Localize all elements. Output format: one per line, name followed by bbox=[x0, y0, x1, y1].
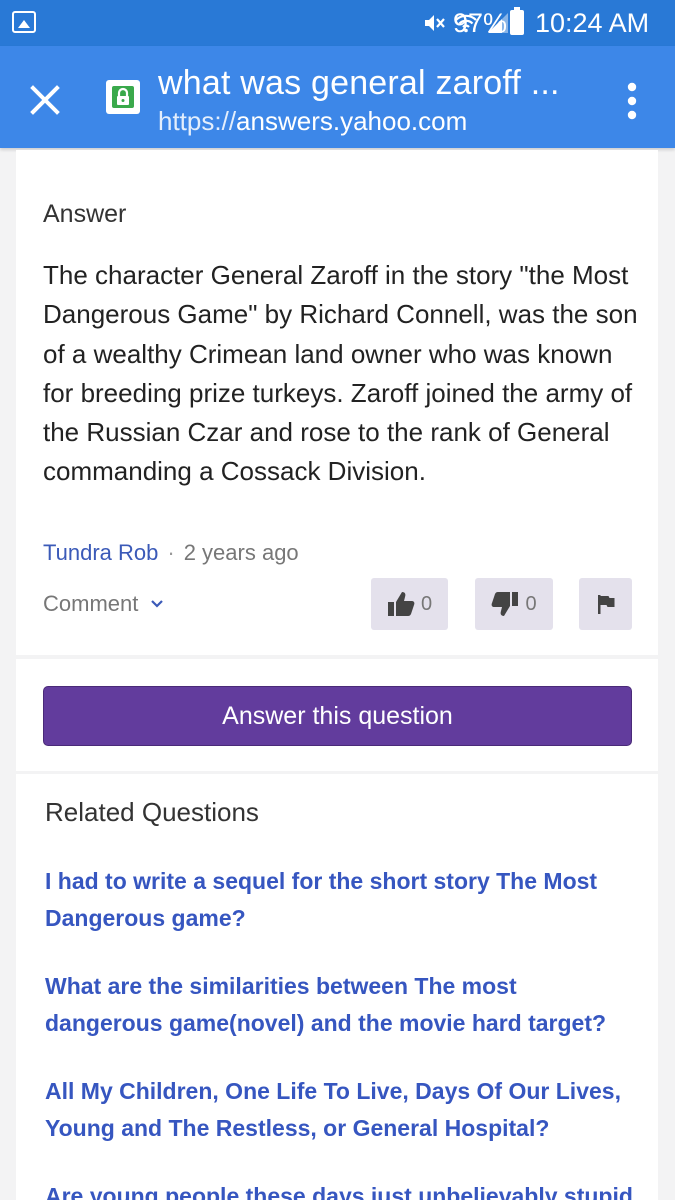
related-list: I had to write a sequel for the short st… bbox=[45, 863, 635, 1200]
answer-question-button[interactable]: Answer this question bbox=[43, 686, 632, 746]
page-url[interactable]: https://answers.yahoo.com bbox=[158, 106, 467, 137]
related-question-link[interactable]: I had to write a sequel for the short st… bbox=[45, 863, 635, 937]
url-scheme: https:// bbox=[158, 106, 237, 136]
related-questions-card: Related Questions I had to write a seque… bbox=[16, 774, 658, 1200]
answer-time: 2 years ago bbox=[183, 540, 299, 565]
flag-icon bbox=[597, 595, 614, 614]
thumbs-up-icon bbox=[387, 592, 415, 616]
answer-text: The character General Zaroff in the stor… bbox=[43, 260, 638, 487]
answer-question-card: Answer this question bbox=[16, 659, 658, 771]
chevron-down-icon bbox=[151, 600, 164, 608]
meta-separator: · bbox=[167, 540, 175, 565]
browser-toolbar: what was general zaroff ... https://answ… bbox=[0, 46, 675, 148]
thumbs-up-button[interactable]: 0 bbox=[371, 578, 448, 630]
author-link[interactable]: Tundra Rob bbox=[43, 540, 158, 565]
gallery-icon bbox=[12, 11, 36, 33]
status-bar: 97% 10:24 AM bbox=[0, 0, 675, 46]
related-question-link[interactable]: Are young people these days just unbelie… bbox=[45, 1178, 635, 1200]
related-question-link[interactable]: What are the similarities between The mo… bbox=[45, 968, 635, 1042]
thumbs-up-count: 0 bbox=[420, 592, 433, 615]
url-domain: answers.yahoo.com bbox=[236, 106, 468, 136]
answer-meta: Tundra Rob · 2 years ago bbox=[43, 540, 299, 566]
related-heading: Related Questions bbox=[45, 797, 259, 827]
thumbs-down-icon bbox=[492, 592, 519, 616]
battery-percent: 97% bbox=[453, 8, 508, 38]
thumbs-down-count: 0 bbox=[525, 592, 537, 615]
comment-toggle[interactable]: Comment bbox=[43, 591, 164, 617]
page-title: what was general zaroff ... bbox=[158, 64, 560, 102]
thumbs-down-button[interactable]: 0 bbox=[475, 578, 553, 630]
report-button[interactable] bbox=[579, 578, 632, 630]
battery-icon bbox=[510, 7, 524, 35]
more-vert-icon bbox=[627, 82, 637, 120]
close-icon bbox=[30, 85, 60, 115]
related-question-link[interactable]: All My Children, One Life To Live, Days … bbox=[45, 1073, 635, 1147]
mute-icon bbox=[425, 15, 445, 31]
close-button[interactable] bbox=[24, 79, 66, 121]
more-options-button[interactable] bbox=[620, 80, 644, 122]
answer-heading: Answer bbox=[43, 200, 127, 228]
secure-lock-icon[interactable] bbox=[106, 80, 140, 114]
answer-card: Answer The character General Zaroff in t… bbox=[16, 150, 658, 655]
clock: 10:24 AM bbox=[535, 8, 650, 38]
comment-label: Comment bbox=[43, 591, 139, 616]
